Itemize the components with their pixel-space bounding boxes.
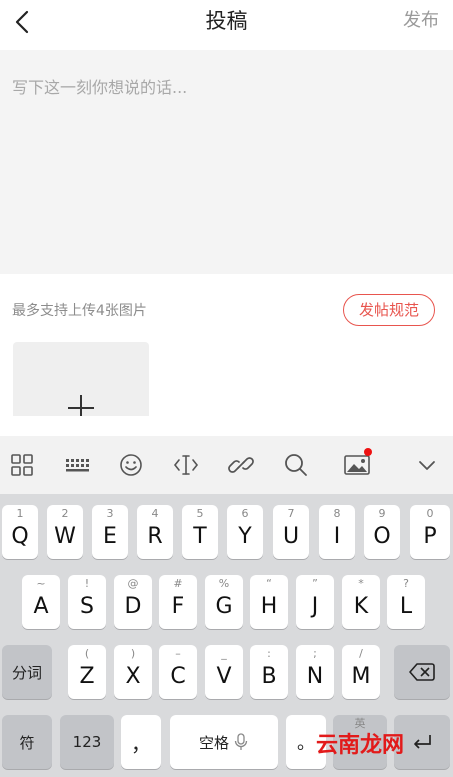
space-label: 空格 (198, 733, 229, 752)
space-key[interactable]: 空格 (170, 715, 278, 769)
key-y[interactable]: 6Y (227, 505, 263, 559)
key-w[interactable]: 2W (47, 505, 83, 559)
upload-limit-hint: 最多支持上传4张图片 (12, 303, 147, 319)
key-q[interactable]: 1Q (2, 505, 38, 559)
key-z[interactable]: (Z (68, 645, 106, 699)
key-b[interactable]: :B (250, 645, 288, 699)
add-image-button[interactable] (13, 342, 149, 416)
key-m[interactable]: / M (342, 645, 380, 699)
key-o[interactable]: 9O (364, 505, 400, 559)
ime-toolbar (0, 436, 453, 494)
key-v[interactable]: _ V (205, 645, 243, 699)
cursor-icon[interactable] (171, 450, 201, 480)
key-c[interactable]: – C (159, 645, 197, 699)
key-p[interactable]: 0P (410, 505, 450, 559)
key-r[interactable]: 4R (137, 505, 173, 559)
key-f[interactable]: # F (159, 575, 197, 629)
publish-button[interactable]: 发布 (403, 9, 439, 33)
emoji-icon[interactable] (116, 450, 146, 480)
key-g[interactable]: % G (205, 575, 243, 629)
microphone-icon (234, 733, 248, 750)
post-text-input[interactable] (0, 50, 453, 274)
key-t[interactable]: 5T (182, 505, 218, 559)
symbol-key[interactable]: 符 (2, 715, 52, 769)
key-a[interactable]: ~ A (22, 575, 60, 629)
key-u[interactable]: 7U (273, 505, 309, 559)
key-s[interactable]: ! S (68, 575, 106, 629)
posting-rules-button[interactable]: 发帖规范 (343, 294, 435, 326)
page-title: 投稿 (205, 9, 248, 33)
key-l[interactable]: ? L (387, 575, 425, 629)
key-d[interactable]: @ D (114, 575, 152, 629)
notification-dot (364, 448, 372, 456)
grid-icon[interactable] (7, 450, 37, 480)
key-j[interactable]: ” J (296, 575, 334, 629)
backspace-key[interactable] (394, 645, 450, 699)
segment-key[interactable]: 分词 (2, 645, 52, 699)
key-k[interactable]: * K (342, 575, 380, 629)
comma-key[interactable]: ， (121, 715, 161, 769)
number-key[interactable]: 123 (60, 715, 114, 769)
collapse-chevron-icon[interactable] (412, 450, 442, 480)
search-icon[interactable] (281, 450, 311, 480)
post-editor (0, 50, 453, 274)
key-h[interactable]: “H (250, 575, 288, 629)
top-nav-bar: 投稿 发布 (0, 0, 453, 46)
key-n[interactable]: ; N (296, 645, 334, 699)
key-x[interactable]: ) X (114, 645, 152, 699)
backspace-icon (394, 645, 450, 699)
keyboard-icon[interactable] (62, 450, 92, 480)
link-icon[interactable] (226, 450, 256, 480)
key-i[interactable]: 8I (319, 505, 355, 559)
watermark-logo: 云南龙网 (316, 733, 405, 758)
image-icon[interactable] (342, 448, 372, 480)
key-e[interactable]: 3E (92, 505, 128, 559)
